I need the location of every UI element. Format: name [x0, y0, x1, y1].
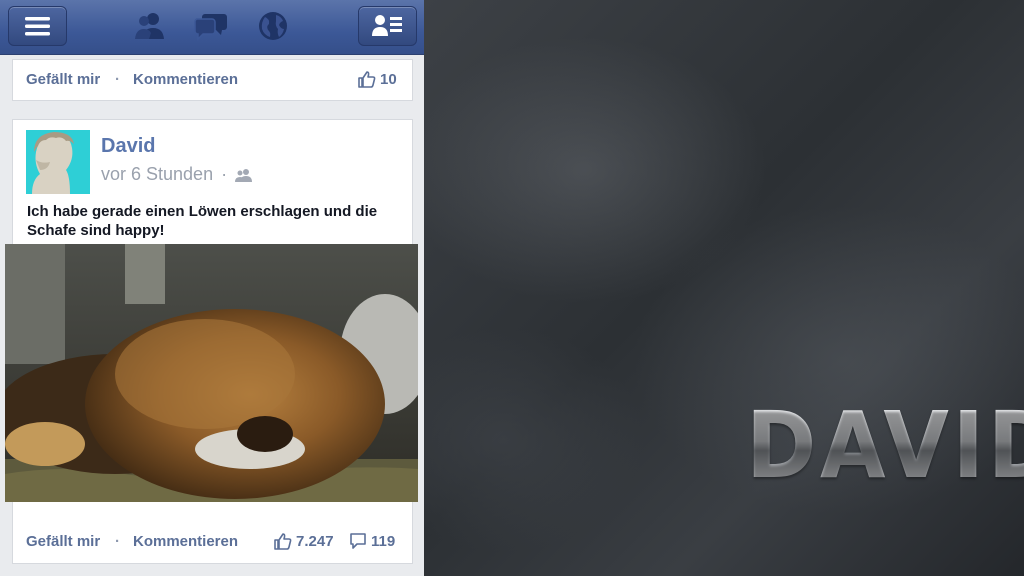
- notifications-globe-icon[interactable]: [255, 10, 291, 42]
- menu-icon: [25, 17, 50, 36]
- author-name[interactable]: David: [101, 135, 155, 158]
- thumbs-up-icon: [358, 71, 376, 88]
- profile-button[interactable]: [358, 6, 417, 46]
- comment-bubble-icon: [350, 533, 366, 549]
- comment-count[interactable]: 119: [349, 532, 395, 550]
- post-timestamp[interactable]: vor 6 Stunden: [101, 164, 213, 185]
- profile-card-icon: [372, 15, 402, 36]
- messages-icon[interactable]: [193, 10, 229, 42]
- separator: ·: [115, 533, 120, 550]
- comment-link[interactable]: Kommentieren: [133, 533, 238, 550]
- like-count[interactable]: 10: [358, 70, 397, 88]
- post-actions: Gefällt mir · Kommentieren 7.247 119: [13, 522, 412, 562]
- brand-title: DAVID: [746, 400, 1024, 492]
- like-count-value: 10: [380, 70, 397, 88]
- post-text: Ich habe gerade einen Löwen erschlagen u…: [27, 203, 378, 239]
- comment-link[interactable]: Kommentieren: [133, 71, 238, 88]
- previous-post-actions: Gefällt mir · Kommentieren 10: [12, 59, 413, 101]
- menu-button[interactable]: [8, 6, 67, 46]
- post-meta: vor 6 Stunden ·: [101, 164, 253, 185]
- friends-icon: [235, 168, 253, 182]
- like-count[interactable]: 7.247: [274, 532, 334, 550]
- comment-count-value: 119: [371, 532, 396, 550]
- thumbs-up-icon: [274, 533, 292, 550]
- avatar[interactable]: [26, 130, 90, 194]
- post-photo[interactable]: [5, 244, 418, 502]
- like-link[interactable]: Gefällt mir: [26, 71, 100, 88]
- slate-background: DAVID: [424, 0, 1024, 576]
- facebook-app-panel: Gefällt mir · Kommentieren 10 David vor …: [0, 0, 424, 576]
- sleeping-lion-image: [5, 244, 418, 502]
- statue-avatar-image: [26, 130, 90, 194]
- like-link[interactable]: Gefällt mir: [26, 533, 100, 550]
- friend-requests-icon[interactable]: [132, 10, 168, 42]
- like-count-value: 7.247: [296, 532, 334, 550]
- separator: ·: [115, 71, 120, 88]
- separator: ·: [221, 164, 228, 184]
- top-nav-bar: [0, 0, 424, 55]
